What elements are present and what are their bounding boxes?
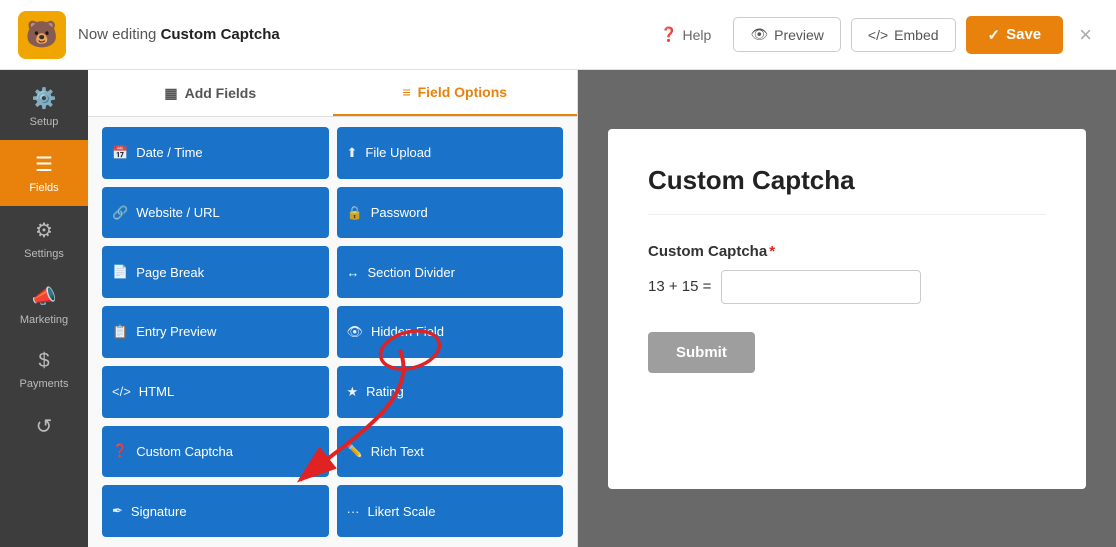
submit-button[interactable]: Submit [648,332,755,373]
add-fields-icon: ▦ [164,85,177,102]
captcha-expression: 13 + 15 = [648,278,711,295]
panel-tabs: ▦ Add Fields ≡ Field Options [88,70,577,117]
form-title: Custom Captcha [648,165,1046,215]
password-icon: 🔒 [347,205,363,221]
marketing-icon: 📣 [32,284,57,309]
main-layout: ⚙️ Setup ☰ Fields ⚙ Settings 📣 Marketing… [0,70,1116,547]
field-btn-custom-captcha[interactable]: ❓ Custom Captcha [102,426,329,478]
setup-icon: ⚙️ [32,86,57,111]
fields-grid: 📅 Date / Time ⬆ File Upload 🔗 Website / … [88,117,577,547]
payments-icon: $ [38,350,49,373]
field-btn-password[interactable]: 🔒 Password [337,187,564,239]
captcha-field-label: Custom Captcha* [648,243,1046,260]
field-btn-rich-text[interactable]: ✏️ Rich Text [337,426,564,478]
help-button[interactable]: ❓ Help [648,18,723,51]
rich-text-icon: ✏️ [347,443,363,459]
topbar: 🐻 Now editing Custom Captcha ❓ Help 👁 Pr… [0,0,1116,70]
date-time-icon: 📅 [112,145,128,161]
preview-icon: 👁 [750,26,768,43]
sidebar-item-revisions[interactable]: ↺ [0,402,88,451]
field-btn-entry-preview[interactable]: 📋 Entry Preview [102,306,329,358]
form-name-label: Custom Captcha [161,26,280,43]
fields-icon: ☰ [35,152,53,177]
topbar-right: ❓ Help 👁 Preview </> Embed ✓ Save × [648,16,1098,54]
section-divider-icon: ↔ [347,265,360,280]
field-btn-likert-scale[interactable]: ··· Likert Scale [337,485,564,537]
website-url-icon: 🔗 [112,205,128,221]
likert-scale-icon: ··· [347,504,360,519]
close-icon: × [1079,22,1092,47]
html-icon: </> [112,384,131,399]
field-btn-website-url[interactable]: 🔗 Website / URL [102,187,329,239]
logo-bear-icon: 🐻 [26,19,58,50]
field-btn-date-time[interactable]: 📅 Date / Time [102,127,329,179]
sidebar-label-setup: Setup [30,116,59,128]
entry-preview-icon: 📋 [112,324,128,340]
signature-icon: ✒ [112,503,123,519]
captcha-row: 13 + 15 = [648,270,1046,304]
sidebar-label-payments: Payments [20,378,69,390]
field-btn-file-upload[interactable]: ⬆ File Upload [337,127,564,179]
topbar-left: 🐻 Now editing Custom Captcha [18,11,280,59]
field-btn-hidden-field[interactable]: 👁 Hidden Field [337,306,564,358]
revisions-icon: ↺ [36,414,53,439]
checkmark-icon: ✓ [988,26,1001,44]
help-icon: ❓ [660,26,677,43]
page-break-icon: 📄 [112,264,128,280]
captcha-input[interactable] [721,270,921,304]
sidebar-label-fields: Fields [29,182,58,194]
preview-panel: Custom Captcha Custom Captcha* 13 + 15 =… [578,70,1116,547]
editing-label: Now editing Custom Captcha [78,26,280,43]
rating-icon: ★ [347,384,359,400]
sidebar-item-setup[interactable]: ⚙️ Setup [0,74,88,140]
embed-icon: </> [868,27,888,43]
hidden-field-icon: 👁 [347,324,364,340]
field-options-icon: ≡ [402,84,410,100]
field-btn-signature[interactable]: ✒ Signature [102,485,329,537]
tab-field-options[interactable]: ≡ Field Options [333,70,578,116]
preview-button[interactable]: 👁 Preview [733,17,841,52]
sidebar-item-marketing[interactable]: 📣 Marketing [0,272,88,338]
embed-button[interactable]: </> Embed [851,18,956,52]
custom-captcha-icon: ❓ [112,443,128,459]
logo: 🐻 [18,11,66,59]
save-button[interactable]: ✓ Save [966,16,1064,54]
file-upload-icon: ⬆ [347,145,358,161]
sidebar-item-fields[interactable]: ☰ Fields [0,140,88,206]
field-btn-section-divider[interactable]: ↔ Section Divider [337,246,564,298]
field-btn-page-break[interactable]: 📄 Page Break [102,246,329,298]
close-button[interactable]: × [1073,16,1098,54]
tab-add-fields[interactable]: ▦ Add Fields [88,70,333,116]
field-btn-rating[interactable]: ★ Rating [337,366,564,418]
sidebar-item-settings[interactable]: ⚙ Settings [0,206,88,272]
sidebar-label-marketing: Marketing [20,314,68,326]
fields-panel: ▦ Add Fields ≡ Field Options 📅 Date / Ti… [88,70,578,547]
sidebar-label-settings: Settings [24,248,64,260]
sidebar-item-payments[interactable]: $ Payments [0,338,88,402]
form-card: Custom Captcha Custom Captcha* 13 + 15 =… [608,129,1086,489]
field-btn-html[interactable]: </> HTML [102,366,329,418]
sidebar-nav: ⚙️ Setup ☰ Fields ⚙ Settings 📣 Marketing… [0,70,88,547]
settings-icon: ⚙ [35,218,53,243]
required-indicator: * [769,243,775,260]
